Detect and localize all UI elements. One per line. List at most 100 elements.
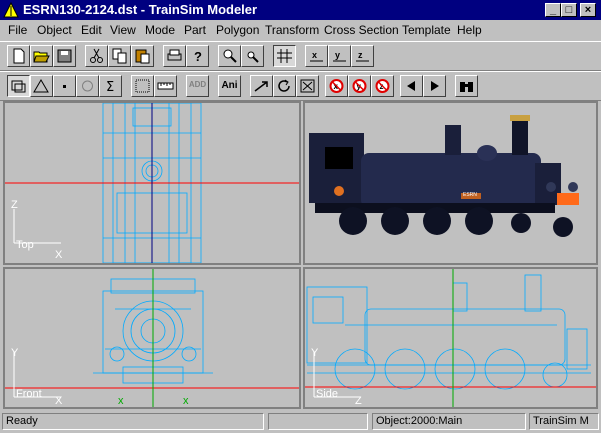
status-app: TrainSim M: [529, 413, 599, 430]
move-button[interactable]: [250, 75, 273, 97]
move-arrow-icon: [254, 81, 268, 92]
svg-text:z: z: [358, 50, 363, 60]
disable-z-button[interactable]: z: [371, 75, 394, 97]
viewport-side[interactable]: Side Y Z: [303, 267, 598, 409]
rotate-button[interactable]: [273, 75, 296, 97]
viewport-top-label: Top: [16, 239, 34, 251]
previous-button[interactable]: [400, 75, 423, 97]
sigma-icon: Σ: [106, 80, 114, 94]
front-wireframe: x x: [5, 269, 299, 407]
menu-transform[interactable]: Transform: [265, 23, 319, 37]
magnifier-icon: [223, 49, 237, 63]
close-button[interactable]: ×: [580, 3, 596, 17]
main-toolbar: ? x y z: [0, 41, 601, 71]
save-button[interactable]: [53, 45, 76, 67]
front-axis-vertical-label: Y: [11, 347, 19, 359]
viewport-front-label: Front: [16, 388, 42, 400]
zoom-out-button[interactable]: [241, 45, 264, 67]
locomotive-render: [305, 103, 596, 263]
menu-template[interactable]: Template: [402, 23, 451, 37]
menu-cross-section[interactable]: Cross Section: [324, 23, 399, 37]
viewport-top[interactable]: Top Z X: [3, 101, 301, 265]
next-button[interactable]: [423, 75, 446, 97]
paste-clipboard-icon: [135, 49, 150, 64]
new-file-icon: [13, 48, 25, 64]
app-icon: [3, 2, 19, 18]
locomotive-plate: ESRN: [463, 192, 477, 198]
menu-part[interactable]: Part: [184, 23, 206, 37]
print-button[interactable]: [163, 45, 186, 67]
maximize-button[interactable]: □: [561, 3, 577, 17]
find-button[interactable]: [455, 75, 478, 97]
front-axis-horizontal-label: X: [55, 395, 63, 407]
svg-text:Σ: Σ: [106, 80, 114, 94]
zoom-in-button[interactable]: [218, 45, 241, 67]
mode-toolbar: Σ ADD Ani x y z: [0, 71, 601, 101]
status-bar: Ready Object:2000:Main TrainSim M: [0, 410, 601, 433]
binoculars-icon: [460, 82, 473, 92]
viewport-front[interactable]: x x Front Y X: [3, 267, 301, 409]
menu-file[interactable]: File: [8, 23, 27, 37]
no-y-icon: y: [352, 79, 367, 93]
printer-icon: [167, 49, 182, 61]
top-axis-vertical-label: Z: [11, 199, 18, 211]
select-object-button[interactable]: [7, 75, 30, 97]
axis-x-button[interactable]: x: [305, 45, 328, 67]
sigma-tool-button[interactable]: Σ: [99, 75, 122, 97]
copy-button[interactable]: [108, 45, 131, 67]
no-z-icon: z: [375, 79, 390, 93]
viewport-perspective[interactable]: ESRN: [303, 101, 598, 265]
add-button[interactable]: ADD: [186, 75, 209, 97]
menu-mode[interactable]: Mode: [145, 23, 175, 37]
select-point-button[interactable]: [53, 75, 76, 97]
folder-open-icon: [33, 51, 50, 63]
window-title: ESRN130-2124.dst - TrainSim Modeler: [23, 2, 258, 17]
select-polygon-button[interactable]: [30, 75, 53, 97]
minimize-button[interactable]: _: [545, 3, 561, 17]
magnifier-small-icon: [247, 51, 259, 63]
grid-icon: [277, 49, 292, 63]
point-icon: [63, 85, 66, 88]
menu-help[interactable]: Help: [457, 23, 482, 37]
scale-button[interactable]: [296, 75, 319, 97]
axis-y-button[interactable]: y: [328, 45, 351, 67]
add-label: ADD: [188, 80, 207, 89]
rotate-icon: [278, 79, 290, 92]
new-file-button[interactable]: [7, 45, 30, 67]
title-bar: ESRN130-2124.dst - TrainSim Modeler _ □ …: [0, 0, 601, 20]
svg-text:x: x: [118, 395, 124, 407]
status-blank-field: [268, 413, 368, 430]
ruler-button[interactable]: [154, 75, 177, 97]
disable-y-button[interactable]: y: [348, 75, 371, 97]
grid-toggle-button[interactable]: [273, 45, 296, 67]
menu-object[interactable]: Object: [37, 23, 72, 37]
disable-x-button[interactable]: x: [325, 75, 348, 97]
viewport-side-label: Side: [316, 388, 339, 400]
animation-button[interactable]: Ani: [218, 75, 241, 97]
arrow-left-icon: [407, 81, 415, 91]
top-wireframe: [5, 103, 299, 263]
paste-button[interactable]: [131, 45, 154, 67]
cut-button[interactable]: [85, 45, 108, 67]
ruler-icon: [157, 82, 174, 90]
dotted-box-icon: [135, 79, 150, 93]
open-file-button[interactable]: [30, 45, 53, 67]
scale-icon: [300, 79, 315, 93]
top-axis-horizontal-label: X: [55, 249, 63, 261]
side-axis-horizontal-label: Z: [355, 395, 362, 407]
help-button[interactable]: ?: [186, 45, 209, 67]
svg-text:x: x: [183, 395, 189, 407]
help-question-icon: ?: [194, 49, 202, 64]
axis-y-icon: y: [333, 50, 346, 62]
axis-z-button[interactable]: z: [351, 45, 374, 67]
svg-text:y: y: [335, 50, 340, 60]
menu-polygon[interactable]: Polygon: [216, 23, 259, 37]
menu-view[interactable]: View: [110, 23, 136, 37]
axis-z-icon: z: [356, 50, 369, 62]
menu-edit[interactable]: Edit: [81, 23, 102, 37]
save-disk-icon: [57, 49, 72, 63]
status-text: Ready: [2, 413, 264, 430]
arrow-right-icon: [431, 81, 439, 91]
circle-tool-button[interactable]: [76, 75, 99, 97]
select-region-button[interactable]: [131, 75, 154, 97]
